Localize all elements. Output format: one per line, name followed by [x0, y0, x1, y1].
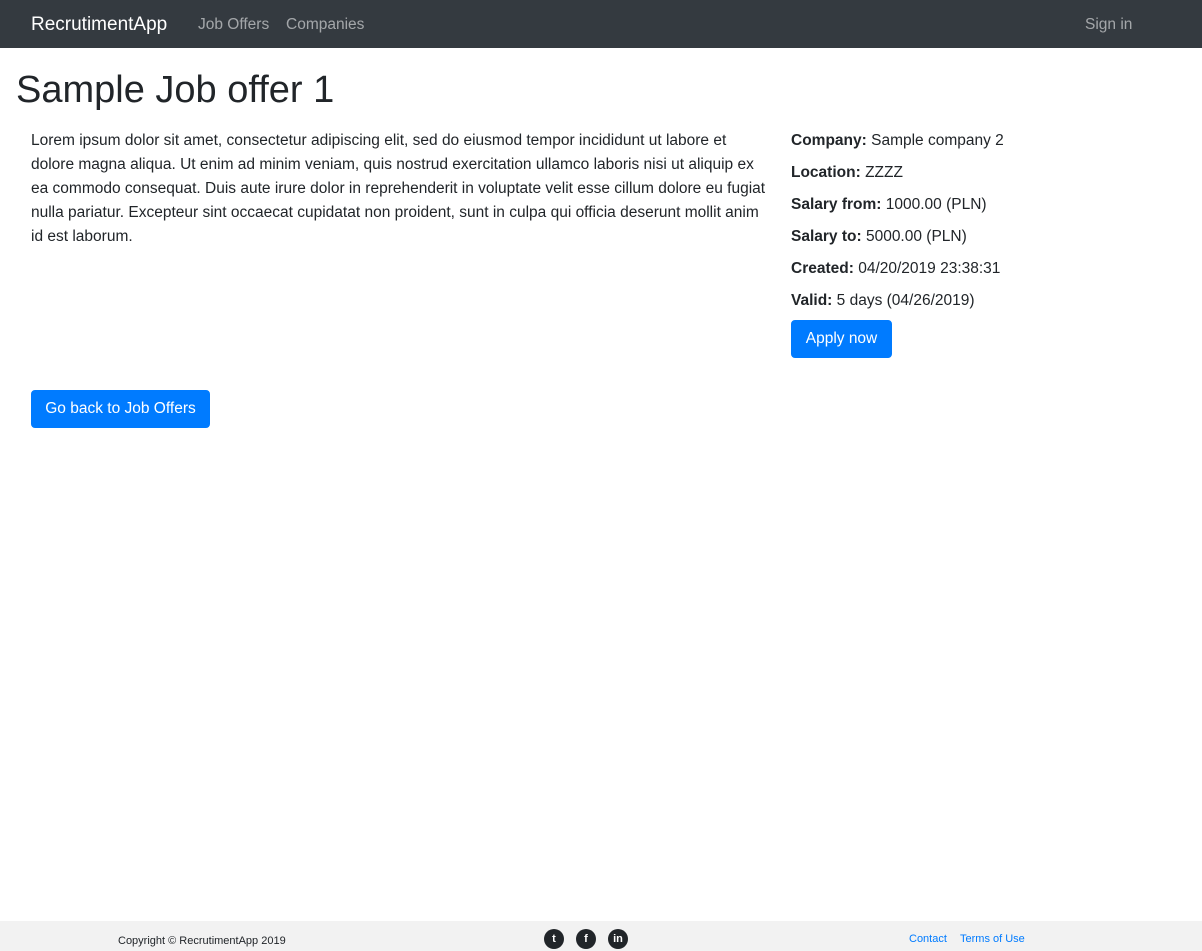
apply-now-button[interactable]: Apply now — [791, 320, 892, 358]
detail-label: Created: — [791, 260, 854, 277]
detail-value: Sample company 2 — [871, 132, 1004, 149]
twitter-icon[interactable]: t — [544, 929, 564, 949]
detail-label: Valid: — [791, 292, 833, 309]
terms-of-use-link[interactable]: Terms of Use — [960, 932, 1025, 946]
detail-salary-from: Salary from: 1000.00 (PLN) — [791, 193, 1171, 225]
brand-link[interactable]: RecrutimentApp — [31, 13, 167, 37]
sign-in-link[interactable]: Sign in — [1085, 15, 1132, 35]
detail-label: Company: — [791, 132, 867, 149]
detail-value: 1000.00 (PLN) — [885, 196, 987, 213]
page-title: Sample Job offer 1 — [16, 69, 335, 111]
detail-value: 04/20/2019 23:38:31 — [858, 260, 1001, 277]
detail-label: Salary to: — [791, 228, 862, 245]
detail-value: ZZZZ — [865, 164, 903, 181]
offer-description: Lorem ipsum dolor sit amet, consectetur … — [31, 132, 766, 245]
detail-created: Created: 04/20/2019 23:38:31 — [791, 257, 1171, 289]
offer-details: Company: Sample company 2 Location: ZZZZ… — [791, 129, 1171, 321]
detail-location: Location: ZZZZ — [791, 161, 1171, 193]
footer: Copyright © RecrutimentApp 2019 t f in C… — [0, 921, 1202, 951]
detail-label: Location: — [791, 164, 861, 181]
detail-company: Company: Sample company 2 — [791, 129, 1171, 161]
top-navbar: RecrutimentApp Job Offers Companies Sign… — [0, 0, 1202, 48]
facebook-icon[interactable]: f — [576, 929, 596, 949]
detail-value: 5 days (04/26/2019) — [836, 292, 975, 309]
contact-link[interactable]: Contact — [909, 932, 947, 946]
nav-companies[interactable]: Companies — [286, 15, 364, 35]
detail-label: Salary from: — [791, 196, 882, 213]
detail-salary-to: Salary to: 5000.00 (PLN) — [791, 225, 1171, 257]
copyright-text: Copyright © RecrutimentApp 2019 — [118, 935, 286, 947]
detail-value: 5000.00 (PLN) — [865, 228, 967, 245]
detail-valid: Valid: 5 days (04/26/2019) — [791, 289, 1171, 321]
nav-job-offers[interactable]: Job Offers — [198, 15, 269, 35]
linkedin-icon[interactable]: in — [608, 929, 628, 949]
back-to-job-offers-button[interactable]: Go back to Job Offers — [31, 390, 210, 428]
